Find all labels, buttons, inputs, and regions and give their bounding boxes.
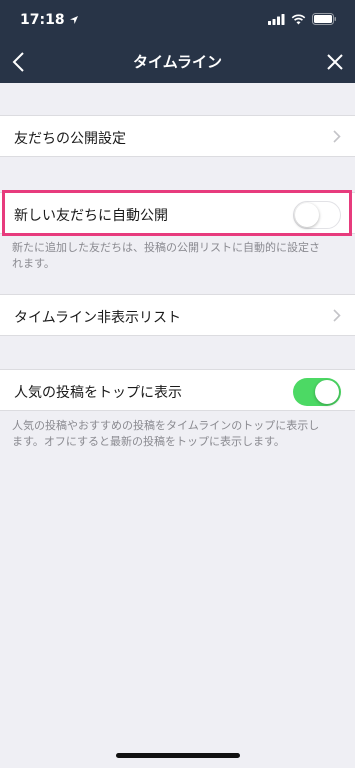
show-popular-posts-description: 人気の投稿やおすすめの投稿をタイムラインのトップに表示し ます。オフにすると最新…	[12, 418, 348, 450]
description-line: 人気の投稿やおすすめの投稿をタイムラインのトップに表示し	[12, 419, 320, 432]
toggle-knob	[315, 380, 339, 404]
show-popular-posts-row: 人気の投稿をトップに表示	[0, 369, 355, 411]
status-icons	[268, 13, 337, 25]
status-time: 17:18	[20, 12, 79, 28]
auto-publish-new-friends-label: 新しい友だちに自動公開	[14, 208, 168, 224]
signal-icon	[268, 13, 285, 25]
status-time-text: 17:18	[20, 12, 65, 28]
chevron-right-icon	[333, 309, 341, 322]
page-title: タイムライン	[133, 53, 222, 71]
description-line: ます。オフにすると最新の投稿をトップに表示します。	[12, 435, 285, 448]
auto-publish-new-friends-description: 新たに追加した友だちは、投稿の公開リストに自動的に設定さ れます。	[12, 240, 348, 272]
header: 17:18 タイムライン	[0, 0, 355, 83]
description-line: れます。	[12, 257, 55, 270]
close-icon[interactable]	[325, 52, 345, 72]
friends-public-settings-label: 友だちの公開設定	[14, 131, 126, 147]
nav-bar: タイムライン	[0, 40, 355, 83]
status-bar: 17:18	[0, 0, 355, 40]
home-indicator	[116, 753, 240, 758]
battery-icon	[312, 13, 336, 25]
auto-publish-new-friends-row: 新しい友だちに自動公開	[0, 192, 355, 234]
chevron-right-icon	[333, 130, 341, 143]
auto-publish-new-friends-toggle[interactable]	[293, 201, 341, 229]
show-popular-posts-label: 人気の投稿をトップに表示	[14, 385, 182, 401]
toggle-knob	[295, 203, 319, 227]
timeline-hidden-list-label: タイムライン非表示リスト	[14, 310, 182, 326]
timeline-hidden-list-row[interactable]: タイムライン非表示リスト	[0, 294, 355, 336]
show-popular-posts-toggle[interactable]	[293, 378, 341, 406]
wifi-icon	[291, 14, 306, 24]
friends-public-settings-row[interactable]: 友だちの公開設定	[0, 115, 355, 157]
description-line: 新たに追加した友だちは、投稿の公開リストに自動的に設定さ	[12, 241, 320, 254]
location-arrow-icon	[69, 16, 78, 24]
